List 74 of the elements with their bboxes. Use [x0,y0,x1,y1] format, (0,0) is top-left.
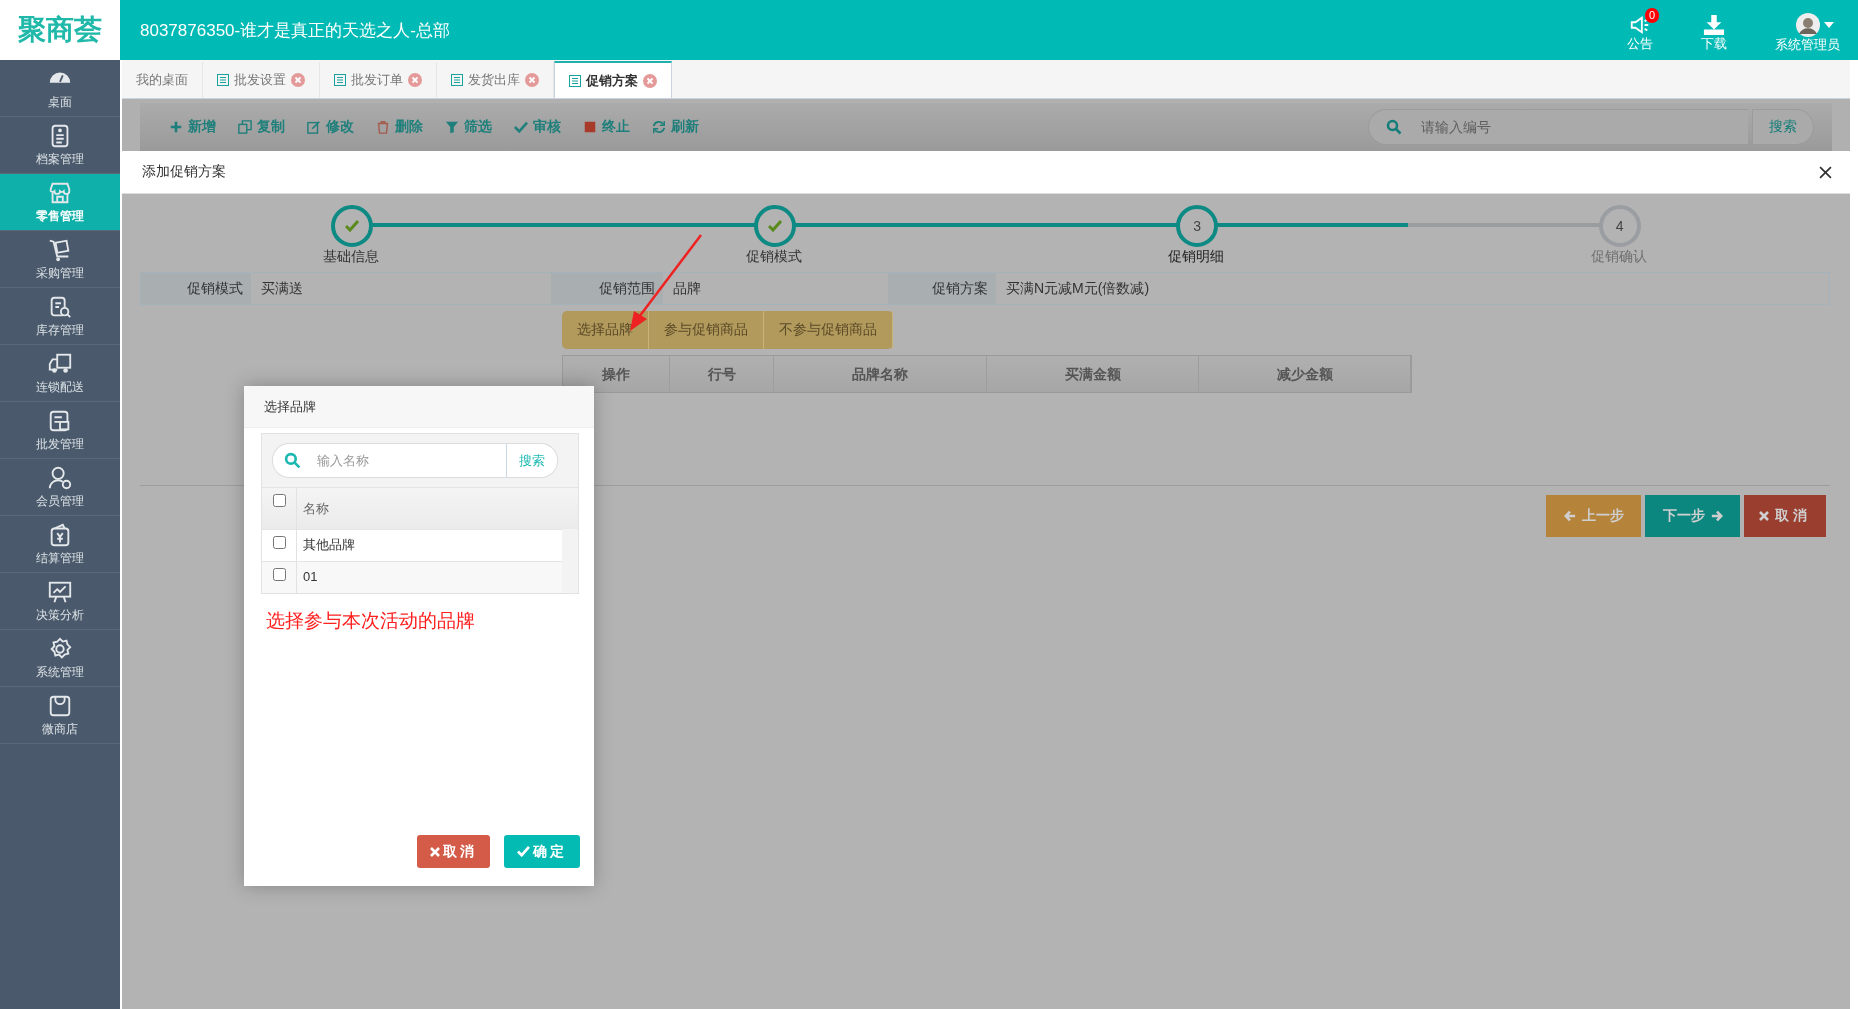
caret-icon [1823,22,1834,28]
search-field[interactable]: 请输入编号 [1368,109,1748,145]
button[interactable]: 取消 [417,835,490,868]
arrow-left-icon [1563,510,1576,522]
check-icon [517,846,530,857]
avatar-icon [1795,13,1820,37]
step-label: 促销确认 [1590,248,1647,266]
button-label: 确定 [533,842,567,861]
field-label: 促销方案 [888,273,996,304]
annotation-text: 选择参与本次活动的品牌 [266,609,476,633]
search-icon [284,452,301,469]
search-button[interactable]: 搜索 [1752,109,1814,145]
step-marker: 4 [1598,205,1641,247]
button[interactable]: 上一步 [1546,495,1641,537]
edit-icon [307,120,321,134]
button[interactable]: 确定 [504,835,580,868]
column-header: 品牌名称 [774,356,987,392]
trash-icon [376,120,390,134]
button[interactable]: 取消 [1744,495,1826,537]
refresh-icon [652,120,666,134]
copy-icon [238,120,252,134]
download-icon [1702,14,1726,36]
column-header: 减少金额 [1199,356,1411,392]
step-marker: 3 [1176,205,1219,247]
tab[interactable]: 促销方案 [554,61,672,98]
button-label: 取消 [1775,507,1811,525]
check-icon [514,120,528,134]
field-label: 促销范围 [551,273,663,304]
tab[interactable]: 不参与促销商品 [764,311,893,349]
check-icon [767,220,782,232]
header-action[interactable]: 下载 [1691,8,1737,52]
search-button[interactable]: 搜索 [506,443,558,478]
logo: 聚商荟 [0,0,120,60]
column-header: 行号 [670,356,774,392]
page-title: 8037876350-谁才是真正的天选之人-总部 [140,19,451,42]
checkbox[interactable] [272,494,286,507]
tab[interactable]: 批发设置 [203,62,320,98]
button-label: 取消 [443,842,477,861]
search-icon [1386,119,1402,135]
user-icon [47,464,73,491]
column-header: 名称 [302,500,329,518]
checkbox[interactable] [272,568,286,581]
stop-icon [583,120,597,134]
button-label: 下一步 [1662,507,1705,525]
step-label: 促销明细 [1168,248,1225,266]
user-menu[interactable]: 系统管理员 [1765,7,1850,53]
notification-badge: 0 [1645,8,1660,23]
step-label: 促销模式 [745,248,802,266]
tab[interactable]: 我的桌面 [122,62,203,98]
list-icon [569,74,581,87]
plus-icon [169,120,183,134]
list-icon [217,74,229,86]
close-icon [1759,511,1769,521]
checkbox[interactable] [272,536,286,549]
header-action[interactable]: 0 公告 [1617,8,1663,52]
arrow-right-icon [1710,510,1723,522]
button-label: 上一步 [1581,507,1624,525]
dialog-title: 选择品牌 [244,386,594,428]
dialog-title: 添加促销方案 [142,163,226,181]
check-icon [345,220,360,232]
tab[interactable]: 批发订单 [320,62,437,98]
field-label: 促销模式 [141,273,251,304]
table-cell-text: 01 [302,568,318,586]
list-icon [334,74,346,86]
sidebar-item[interactable]: 零售管理 [0,174,120,231]
close-icon [430,846,440,857]
table-cell-text: 其他品牌 [302,536,355,554]
tab[interactable]: 参与促销商品 [649,311,764,349]
close-icon[interactable] [1819,165,1832,179]
button[interactable]: 下一步 [1645,495,1740,537]
step-label: 基础信息 [323,248,380,266]
filter-icon [445,120,459,134]
list-icon [451,74,463,86]
column-header: 买满金额 [987,356,1199,392]
